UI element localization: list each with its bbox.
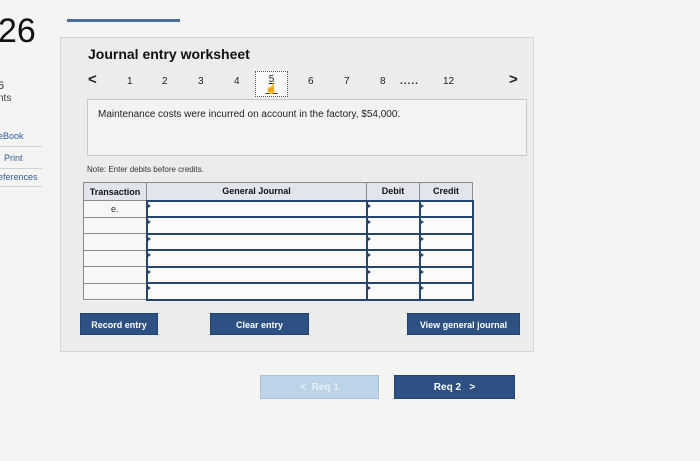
question-number: 26 <box>0 12 36 50</box>
pager-prev-button[interactable]: < <box>88 71 97 88</box>
debit-input[interactable] <box>365 282 421 301</box>
table-row <box>83 232 474 251</box>
transaction-description-box: Maintenance costs were incurred on accou… <box>87 99 527 156</box>
req1-button[interactable]: < Req 1 <box>260 375 379 399</box>
pager-page-3[interactable]: 3 <box>198 76 204 87</box>
credit-input[interactable] <box>418 232 474 251</box>
chevron-left-icon: < <box>300 382 307 393</box>
header-transaction: Transaction <box>83 182 147 201</box>
points-value: 5 <box>0 80 5 92</box>
account-input[interactable] <box>145 265 368 284</box>
sidebar-divider <box>0 168 42 169</box>
table-row: e. <box>83 199 474 218</box>
pager-page-6[interactable]: 6 <box>308 76 314 87</box>
worksheet-title: Journal entry worksheet <box>88 46 250 62</box>
points-label: nts <box>0 93 12 104</box>
worksheet-pager: < 1 2 3 4 5 ☝ 6 7 8 ..... 12 > <box>88 71 518 97</box>
sidebar-divider <box>0 186 42 187</box>
debit-input[interactable] <box>365 199 421 218</box>
clear-entry-button[interactable]: Clear entry <box>210 313 309 335</box>
credit-input[interactable] <box>418 199 474 218</box>
req1-label: Req 1 <box>311 382 339 393</box>
pager-page-8[interactable]: 8 <box>380 76 386 87</box>
transaction-cell <box>83 249 147 267</box>
account-input[interactable] <box>145 249 368 268</box>
account-input[interactable] <box>145 232 368 251</box>
pager-page-5-current[interactable]: 5 ☝ <box>255 71 288 97</box>
transaction-cell <box>83 282 147 300</box>
transaction-cell: e. <box>83 200 147 218</box>
journal-entry-worksheet: Journal entry worksheet < 1 2 3 4 5 ☝ 6 … <box>60 37 534 352</box>
credit-input[interactable] <box>418 249 474 268</box>
pager-page-1[interactable]: 1 <box>127 76 133 87</box>
debit-input[interactable] <box>365 216 421 235</box>
table-row <box>83 216 474 235</box>
transaction-cell <box>83 233 147 251</box>
header-general-journal: General Journal <box>146 182 367 201</box>
account-input[interactable] <box>145 282 368 301</box>
pager-next-button[interactable]: > <box>509 71 518 88</box>
hand-cursor-icon: ☝ <box>265 84 278 95</box>
view-general-journal-button[interactable]: View general journal <box>407 313 520 335</box>
pager-page-12[interactable]: 12 <box>443 76 454 87</box>
req2-label: Req 2 <box>433 382 462 393</box>
credit-input[interactable] <box>418 265 474 284</box>
debit-input[interactable] <box>365 249 421 268</box>
header-debit: Debit <box>366 182 420 201</box>
credit-input[interactable] <box>418 216 474 235</box>
sidebar-link-references[interactable]: eferences <box>0 172 38 182</box>
transaction-cell <box>83 266 147 284</box>
table-header-row: Transaction General Journal Debit Credit <box>83 182 473 201</box>
pager-page-7[interactable]: 7 <box>344 76 350 87</box>
record-entry-button[interactable]: Record entry <box>80 313 158 335</box>
sidebar-divider <box>0 146 42 147</box>
pager-page-2[interactable]: 2 <box>162 76 168 87</box>
progress-header-bar <box>67 19 180 22</box>
req2-button[interactable]: Req 2 > <box>394 375 515 399</box>
table-row <box>83 265 474 284</box>
credit-input[interactable] <box>418 282 474 301</box>
transaction-cell <box>83 216 147 234</box>
entry-note: Note: Enter debits before credits. <box>87 165 204 174</box>
sidebar-link-print[interactable]: Print <box>4 153 23 163</box>
sidebar-link-ebook[interactable]: eBook <box>0 131 24 141</box>
pager-ellipsis: ..... <box>400 76 419 87</box>
debit-input[interactable] <box>365 265 421 284</box>
account-input[interactable] <box>145 216 368 235</box>
account-input[interactable] <box>145 199 368 218</box>
journal-entry-table: Transaction General Journal Debit Credit… <box>83 182 474 301</box>
transaction-description: Maintenance costs were incurred on accou… <box>98 109 401 120</box>
header-credit: Credit <box>419 182 473 201</box>
debit-input[interactable] <box>365 232 421 251</box>
chevron-right-icon: > <box>469 382 476 393</box>
table-row <box>83 282 474 301</box>
pager-page-4[interactable]: 4 <box>234 76 240 87</box>
table-row <box>83 249 474 268</box>
